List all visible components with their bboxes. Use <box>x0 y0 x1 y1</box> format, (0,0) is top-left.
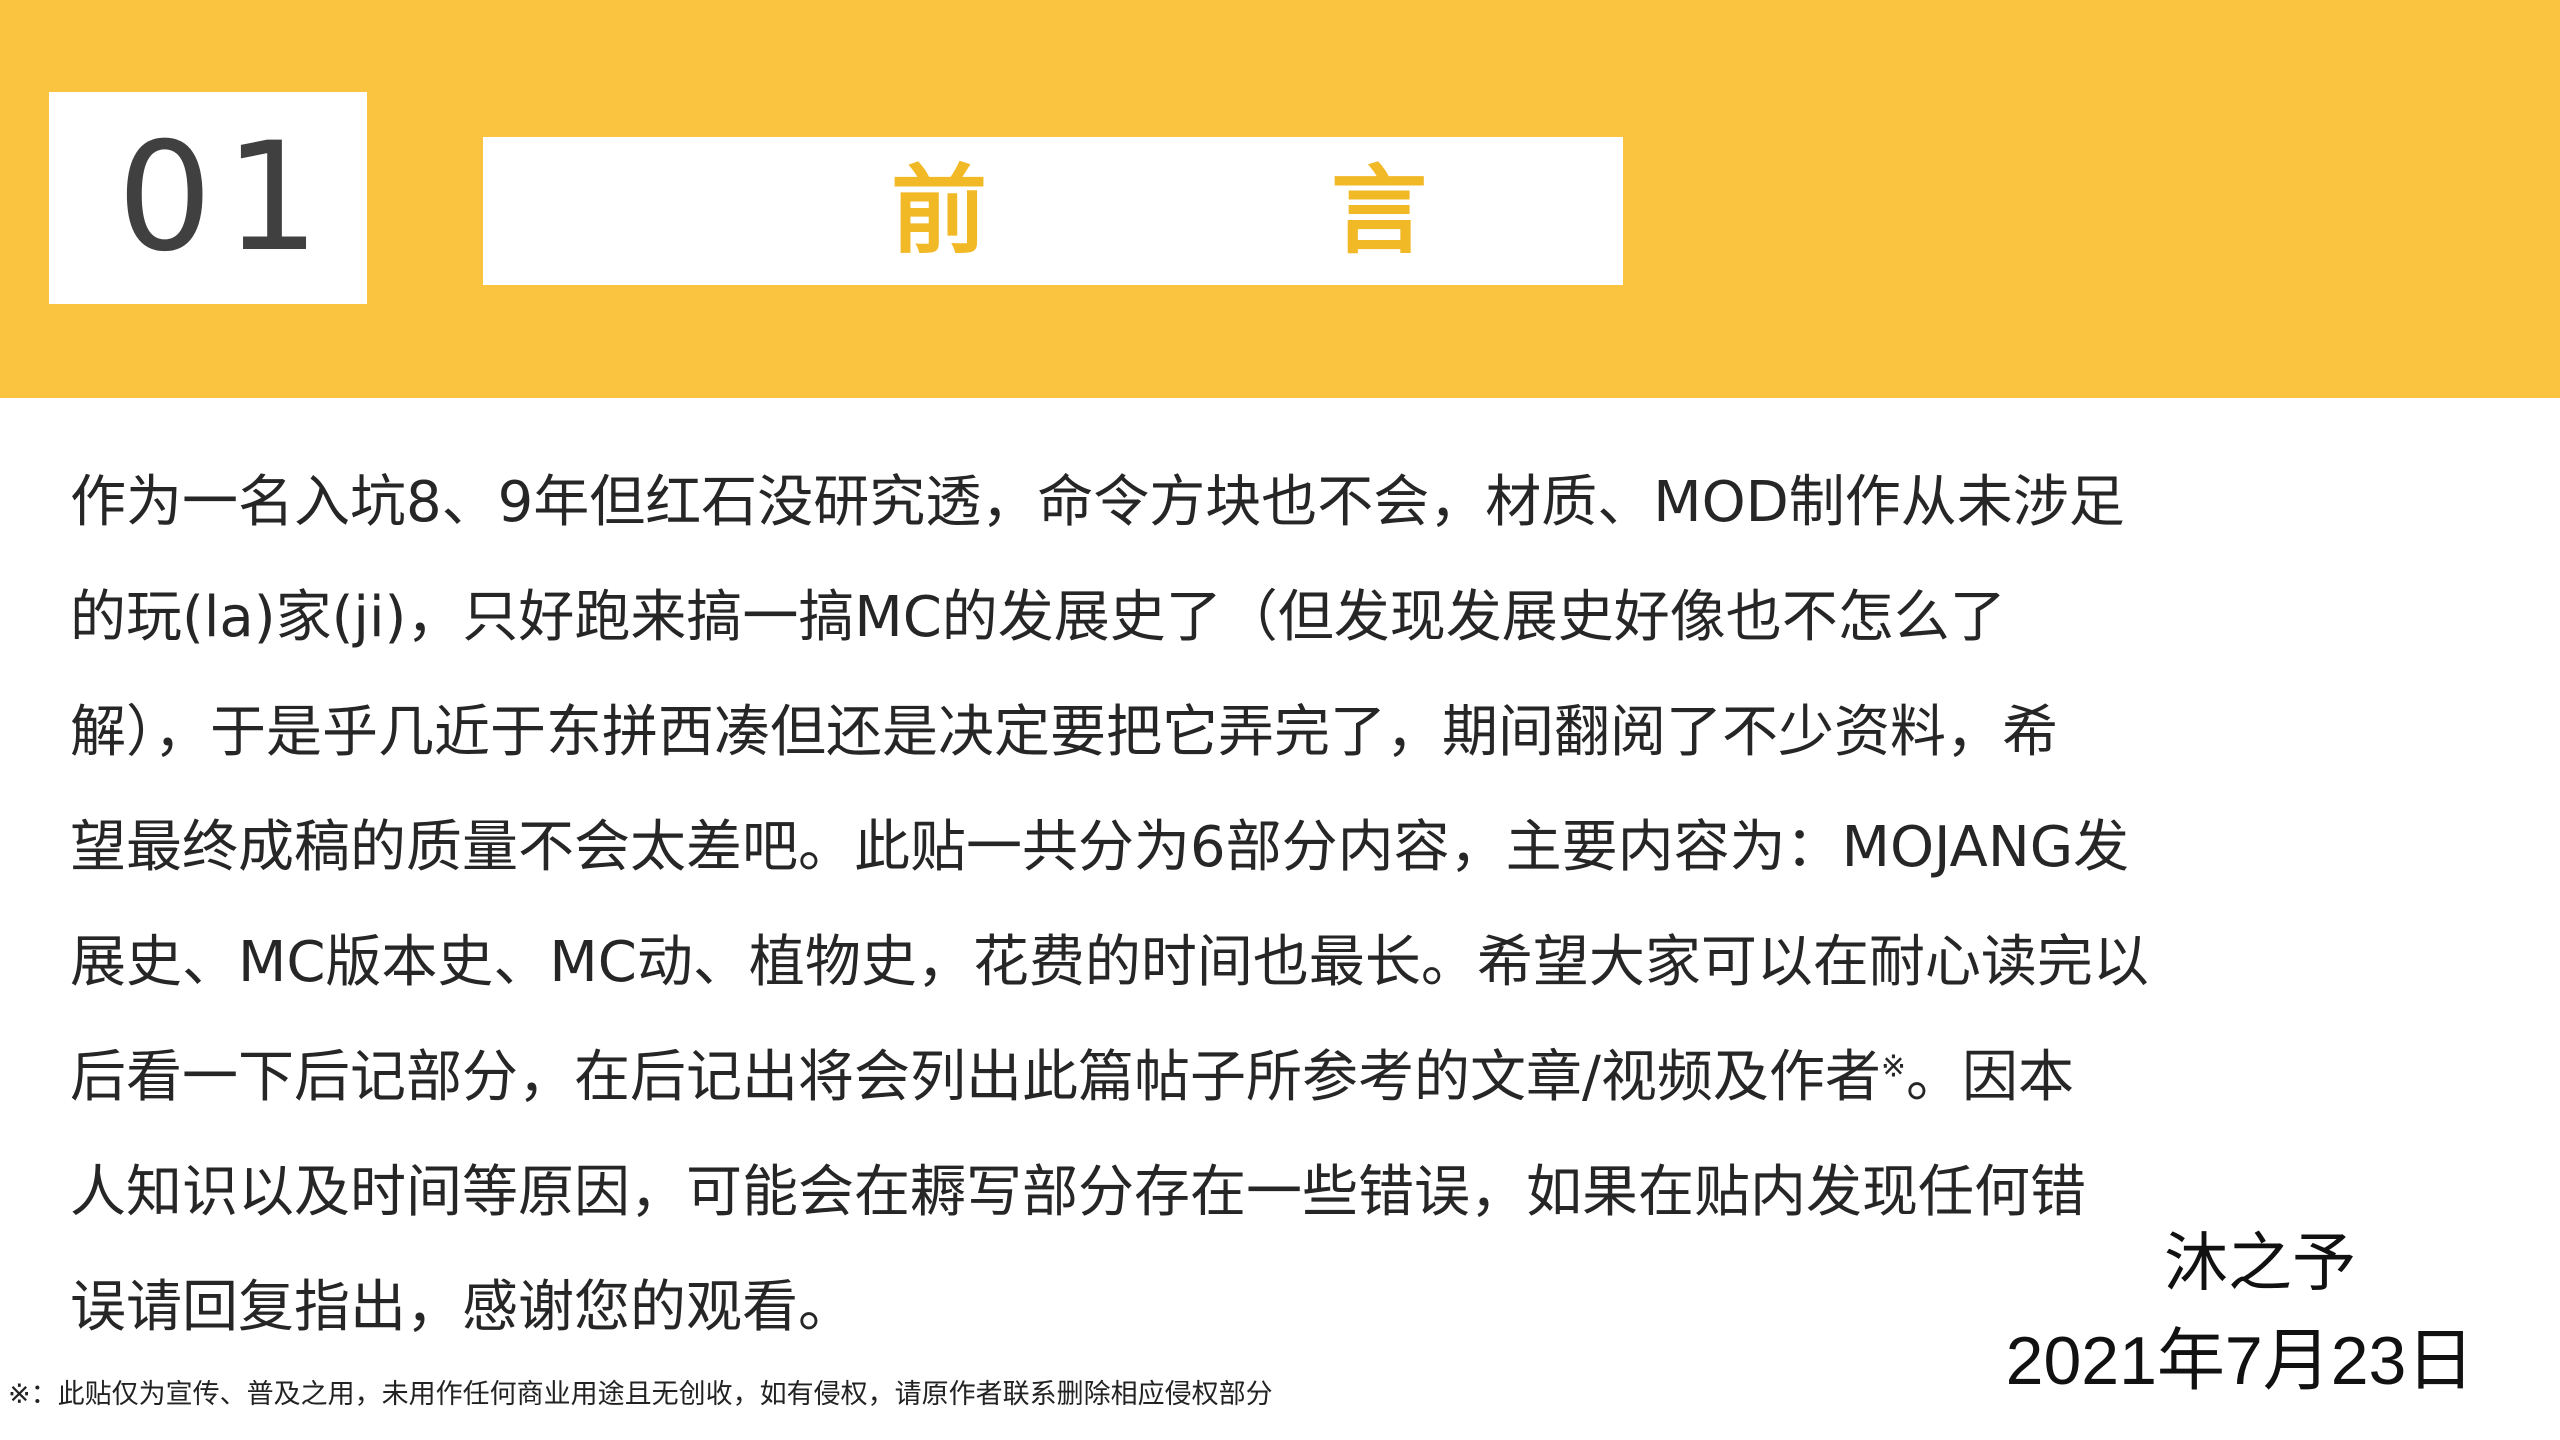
preface-paragraph: 作为一名入坑8、9年但红石没研究透，命令方块也不会，材质、MOD制作从未涉足 的… <box>70 445 2400 1365</box>
preface-line-tail: 。因本 <box>1906 1045 2075 1110</box>
preface-line: 望最终成稿的质量不会太差吧。此贴一共分为6部分内容，主要内容为：MOJANG发 <box>70 815 2130 880</box>
preface-line: 人知识以及时间等原因，可能会在耨写部分存在一些错误，如果在贴内发现任何错 <box>70 1160 2086 1225</box>
signature-date: 2021年7月23日 <box>2005 1323 2475 1399</box>
author-signature: 沐之予 <box>2164 1227 2356 1301</box>
preface-line: 解），于是乎几近于东拼西凑但还是决定要把它弄完了，期间翻阅了不少资料，希 <box>70 700 2058 765</box>
section-number: 01 <box>117 111 332 285</box>
section-number-box: 01 <box>49 92 367 304</box>
preface-line: 作为一名入坑8、9年但红石没研究透，命令方块也不会，材质、MOD制作从未涉足 <box>70 470 2125 535</box>
preface-line: 展史、MC版本史、MC动、植物史，花费的时间也最长。希望大家可以在耐心读完以 <box>70 930 2149 995</box>
footnote-mark: ※ <box>1880 1049 1907 1085</box>
preface-line: 后看一下后记部分，在后记出将会列出此篇帖子所参考的文章/视频及作者 <box>70 1045 1881 1110</box>
preface-line: 的玩(la)家(ji)，只好跑来搞一搞MC的发展史了（但发现发展史好像也不怎么了 <box>70 585 2006 650</box>
footnote: ※：此贴仅为宣传、普及之用，未用作任何商业用途且无创收，如有侵权，请原作者联系删… <box>8 1379 1273 1410</box>
preface-line: 误请回复指出，感谢您的观看。 <box>70 1275 854 1340</box>
page-title: 前 言 <box>891 154 1551 267</box>
title-box: 前 言 <box>483 137 1623 285</box>
